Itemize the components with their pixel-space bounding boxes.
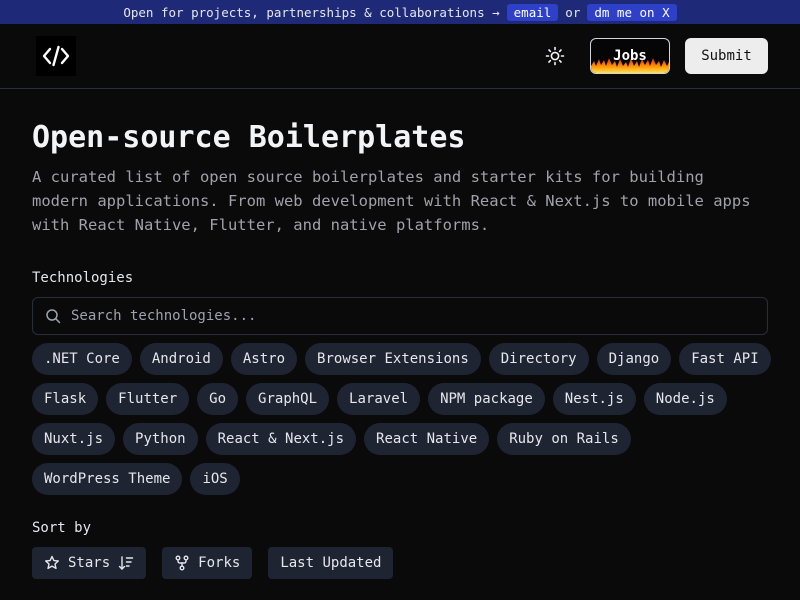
sort-forks-button[interactable]: Forks (162, 547, 253, 579)
sort-last-updated-button[interactable]: Last Updated (268, 547, 394, 579)
tag-django[interactable]: Django (596, 343, 672, 375)
git-fork-icon (175, 555, 189, 571)
banner-or-text: or (565, 4, 581, 20)
tag-nuxtjs[interactable]: Nuxt.js (32, 423, 116, 455)
tag-dotnet-core[interactable]: .NET Core (32, 343, 132, 375)
dm-on-x-link[interactable]: dm me on X (587, 3, 677, 21)
tag-nestjs[interactable]: Nest.js (552, 383, 636, 415)
sort-stars-label: Stars (68, 555, 111, 571)
tag-react-nextjs[interactable]: React & Next.js (205, 423, 357, 455)
sort-last-updated-label: Last Updated (280, 555, 382, 571)
page-description: A curated list of open source boilerplat… (32, 168, 751, 234)
banner-text: Open for projects, partnerships & collab… (123, 4, 500, 20)
tag-go[interactable]: Go (197, 383, 239, 415)
sun-icon (545, 46, 565, 66)
tag-graphql[interactable]: GraphQL (246, 383, 330, 415)
tag-browser-extensions[interactable]: Browser Extensions (305, 343, 481, 375)
submit-button[interactable]: Submit (685, 38, 768, 74)
sort-stars-button[interactable]: Stars (32, 547, 147, 579)
tag-react-native[interactable]: React Native (364, 423, 490, 455)
tag-fast-api[interactable]: Fast API (679, 343, 771, 375)
page-title: Open-source Boilerplates (32, 120, 466, 155)
tag-astro[interactable]: Astro (230, 343, 298, 375)
jobs-button[interactable]: Jobs (590, 38, 670, 74)
sort-forks-label: Forks (198, 555, 241, 571)
technologies-label: Technologies (32, 270, 134, 286)
jobs-label: Jobs (613, 48, 647, 64)
logo-home-link[interactable] (36, 36, 76, 76)
theme-toggle-button[interactable] (541, 42, 569, 70)
tag-python[interactable]: Python (123, 423, 198, 455)
sort-options: Stars Forks Last Updated (32, 547, 394, 579)
star-icon (45, 555, 60, 570)
tag-flask[interactable]: Flask (32, 383, 99, 415)
email-link[interactable]: email (506, 3, 559, 21)
sort-by-label: Sort by (32, 520, 92, 536)
tag-ios[interactable]: iOS (190, 463, 240, 495)
tag-ruby-on-rails[interactable]: Ruby on Rails (497, 423, 631, 455)
technology-search[interactable] (32, 297, 768, 335)
tag-flutter[interactable]: Flutter (106, 383, 190, 415)
tag-android[interactable]: Android (139, 343, 223, 375)
sort-descending-icon (118, 556, 134, 570)
code-brackets-icon (42, 45, 70, 67)
site-header: Jobs Submit (0, 24, 800, 89)
tag-directory[interactable]: Directory (488, 343, 589, 375)
tag-laravel[interactable]: Laravel (337, 383, 421, 415)
tag-wordpress-theme[interactable]: WordPress Theme (32, 463, 183, 495)
technology-tags: .NET Core Android Astro Browser Extensio… (32, 343, 772, 495)
search-icon (46, 309, 61, 324)
search-input[interactable] (71, 308, 751, 324)
announcement-banner: Open for projects, partnerships & collab… (0, 0, 800, 24)
tag-nodejs[interactable]: Node.js (643, 383, 727, 415)
tag-npm-package[interactable]: NPM package (428, 383, 545, 415)
